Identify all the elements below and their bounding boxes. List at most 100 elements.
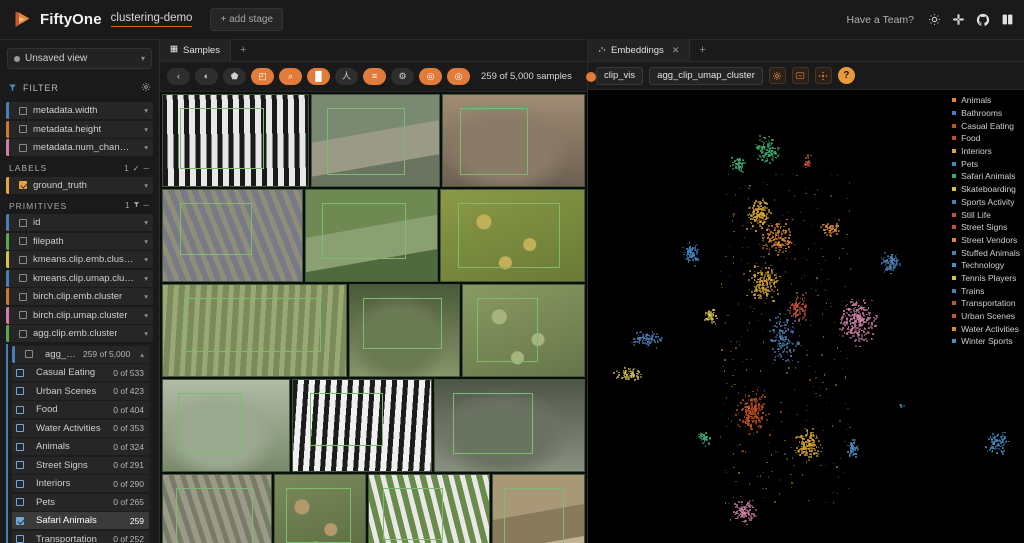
- cluster-checkbox[interactable]: [16, 498, 24, 506]
- brain-alt-icon[interactable]: ◎: [447, 68, 470, 85]
- sidebar-settings-gear-icon[interactable]: [141, 79, 151, 97]
- field-checkbox[interactable]: [19, 181, 27, 189]
- sample-thumbnail-elephant-and-man[interactable]: [311, 94, 439, 187]
- field-checkbox[interactable]: [25, 350, 33, 358]
- sidebar-scroll[interactable]: metadata.width▾metadata.height▾metadata.…: [0, 102, 159, 543]
- cluster-item-animals[interactable]: Animals0 of 324: [12, 438, 149, 455]
- cluster-checkbox[interactable]: [16, 443, 24, 451]
- chevron-down-icon[interactable]: ▾: [140, 106, 148, 115]
- field-checkbox[interactable]: [19, 107, 27, 115]
- close-icon[interactable]: ✕: [672, 45, 680, 56]
- cluster-item-pets[interactable]: Pets0 of 265: [12, 494, 149, 511]
- chevron-up-icon[interactable]: ▴: [136, 350, 144, 359]
- add-panel-button[interactable]: +: [231, 39, 255, 61]
- lasso-select-icon[interactable]: [792, 67, 809, 84]
- sample-thumbnail-giraffe-portrait[interactable]: [440, 189, 585, 282]
- sample-grid[interactable]: [160, 92, 587, 543]
- collapse-icon[interactable]: –: [143, 163, 150, 174]
- tab-embeddings[interactable]: Embeddings ✕: [588, 39, 690, 61]
- sidebar-item-birch-clip-emb-cluster[interactable]: birch.clip.emb.cluster▾: [6, 288, 153, 305]
- cluster-checkbox[interactable]: [16, 387, 24, 395]
- legend-item-urban-scenes[interactable]: Urban Scenes: [952, 310, 1022, 323]
- sample-thumbnail-zebras-grazing[interactable]: [368, 474, 491, 543]
- plot-settings-gear-icon[interactable]: [769, 67, 786, 84]
- add-stage-button[interactable]: + add stage: [210, 8, 283, 31]
- field-checkbox[interactable]: [19, 293, 27, 301]
- cluster-item-safari-animals[interactable]: Safari Animals259: [12, 512, 149, 529]
- field-checkbox[interactable]: [19, 237, 27, 245]
- bookmark-icon[interactable]: █: [307, 68, 330, 85]
- cluster-checkbox[interactable]: [16, 461, 24, 469]
- chevron-down-icon[interactable]: ▾: [140, 311, 148, 320]
- sample-thumbnail-elephant-herd[interactable]: [434, 379, 585, 472]
- logo-wrap[interactable]: FiftyOne: [12, 9, 102, 30]
- brain-icon[interactable]: ◎: [419, 68, 442, 85]
- cluster-item-urban-scenes[interactable]: Urban Scenes0 of 423: [12, 383, 149, 400]
- sample-thumbnail-elephant-feeding[interactable]: [349, 284, 459, 377]
- chevron-down-icon[interactable]: ▾: [140, 255, 148, 264]
- legend-item-skateboarding[interactable]: Skateboarding: [952, 183, 1022, 196]
- collapse-icon[interactable]: –: [143, 200, 150, 211]
- field-checkbox[interactable]: [19, 256, 27, 264]
- sidebar-item-metadata-width[interactable]: metadata.width▾: [6, 102, 153, 119]
- field-checkbox[interactable]: [19, 311, 27, 319]
- cluster-checkbox[interactable]: [16, 535, 24, 543]
- embeddings-scatter-plot[interactable]: AnimalsBathroomsCasual EatingFoodInterio…: [588, 90, 1024, 543]
- sidebar-item-kmeans-clip-umap-cluster[interactable]: kmeans.clip.umap.cluster▾: [6, 270, 153, 287]
- sidebar-item-birch-clip-umap-cluster[interactable]: birch.clip.umap.cluster▾: [6, 307, 153, 324]
- dataset-name[interactable]: clustering-demo: [111, 12, 193, 27]
- sidebar-item-metadata-height[interactable]: metadata.height▾: [6, 121, 153, 138]
- sidebar-item-agg-clip-emb-cluster[interactable]: agg.clip.emb.cluster▾: [6, 325, 153, 342]
- chevron-down-icon[interactable]: ▾: [140, 181, 148, 190]
- cluster-item-casual-eating[interactable]: Casual Eating0 of 533: [12, 364, 149, 381]
- help-icon[interactable]: ?: [838, 67, 855, 84]
- legend-item-street-vendors[interactable]: Street Vendors: [952, 234, 1022, 247]
- legend-item-tennis-players[interactable]: Tennis Players: [952, 272, 1022, 285]
- field-checkbox[interactable]: [19, 330, 27, 338]
- legend-item-stuffed-animals[interactable]: Stuffed Animals: [952, 246, 1022, 259]
- chevron-down-icon[interactable]: ▾: [140, 329, 148, 338]
- sample-thumbnail-giraffe-enclosure[interactable]: [462, 284, 585, 377]
- sidebar-item-agg-clip-umap-cluster[interactable]: agg_clip_umap_clu... 259 of 5,000 ▴: [12, 346, 149, 363]
- sidebar-item-ground-truth[interactable]: ground_truth▾: [6, 177, 153, 194]
- chevron-down-icon[interactable]: ▾: [140, 125, 148, 134]
- sidebar-item-filepath[interactable]: filepath▾: [6, 233, 153, 250]
- color-by-selector[interactable]: agg_clip_umap_cluster: [649, 67, 763, 85]
- person-icon[interactable]: 人: [335, 68, 358, 85]
- chevron-down-icon[interactable]: ▾: [140, 237, 148, 246]
- sample-thumbnail-warthogs-field[interactable]: [492, 474, 585, 543]
- legend-item-food[interactable]: Food: [952, 132, 1022, 145]
- chevron-down-icon[interactable]: ▾: [140, 292, 148, 301]
- sidebar-item-kmeans-clip-emb-cluster[interactable]: kmeans.clip.emb.cluster▾: [6, 251, 153, 268]
- cluster-checkbox[interactable]: [16, 480, 24, 488]
- sample-thumbnail-zebra-nursing[interactable]: [162, 94, 309, 187]
- sample-thumbnail-elephant-front[interactable]: [442, 94, 585, 187]
- github-icon[interactable]: [976, 13, 990, 27]
- cluster-item-interiors[interactable]: Interiors0 of 290: [12, 475, 149, 492]
- cluster-checkbox[interactable]: [16, 406, 24, 414]
- pan-move-icon[interactable]: [815, 67, 832, 84]
- field-checkbox[interactable]: [19, 274, 27, 282]
- settings-gear-icon[interactable]: ⚙: [391, 68, 414, 85]
- sample-thumbnail-giraffe-rocks[interactable]: [274, 474, 366, 543]
- field-checkbox[interactable]: [19, 144, 27, 152]
- cluster-item-water-activities[interactable]: Water Activities0 of 353: [12, 420, 149, 437]
- legend-item-animals[interactable]: Animals: [952, 94, 1022, 107]
- legend-item-bathrooms[interactable]: Bathrooms: [952, 107, 1022, 120]
- patches-icon[interactable]: ◰: [251, 68, 274, 85]
- zoom-slider-knob[interactable]: [586, 72, 596, 82]
- legend-item-interiors[interactable]: Interiors: [952, 145, 1022, 158]
- field-checkbox[interactable]: [19, 219, 27, 227]
- sample-thumbnail-zebras-grass[interactable]: [162, 284, 347, 377]
- add-panel-button[interactable]: +: [690, 39, 714, 61]
- sample-thumbnail-zebra-closeup[interactable]: [292, 379, 431, 472]
- tab-samples[interactable]: Samples: [160, 39, 231, 61]
- legend-item-sports-activity[interactable]: Sports Activity: [952, 196, 1022, 209]
- sample-thumbnail-savanna-field[interactable]: [305, 189, 437, 282]
- sample-thumbnail-zebras-dirt[interactable]: [162, 474, 272, 543]
- legend-item-pets[interactable]: Pets: [952, 157, 1022, 170]
- legend-item-transportation[interactable]: Transportation: [952, 297, 1022, 310]
- light-mode-icon[interactable]: [928, 13, 941, 26]
- chevron-down-icon[interactable]: ▾: [140, 218, 148, 227]
- slack-icon[interactable]: [952, 13, 965, 26]
